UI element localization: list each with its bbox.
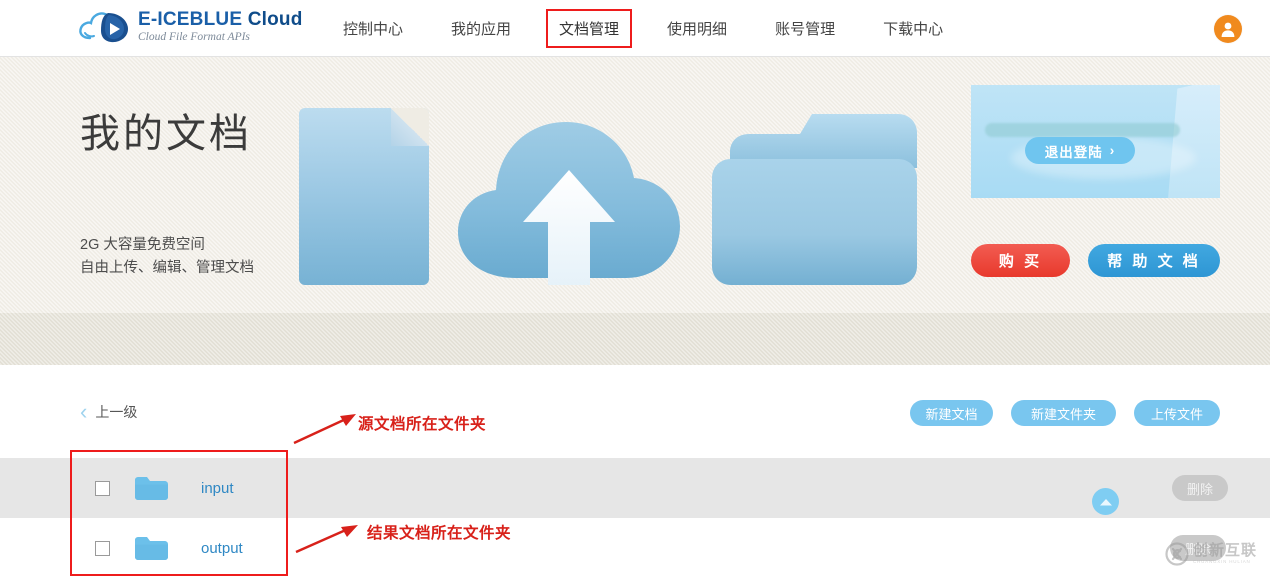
annotation-arrow-result — [295, 525, 358, 554]
breadcrumb-label: 上一级 — [95, 404, 138, 420]
folder-icon — [135, 536, 168, 560]
folder-icon — [135, 476, 168, 500]
top-header: E-ICEBLUE Cloud Cloud File Format APIs 控… — [0, 0, 1270, 57]
hero-subtitle-line1: 2G 大容量免费空间 — [80, 237, 205, 253]
nav-item-document-management[interactable]: 文档管理 — [546, 9, 633, 48]
hero-subtitle: 2G 大容量免费空间 自由上传、编辑、管理文档 — [80, 234, 254, 280]
nav-item-account-management[interactable]: 账号管理 — [762, 9, 848, 48]
logo-title-accent: Cloud — [247, 9, 303, 31]
row-checkbox[interactable] — [95, 540, 110, 556]
annotation-source-label: 源文档所在文件夹 — [358, 416, 487, 433]
brand-logo[interactable]: E-ICEBLUE Cloud Cloud File Format APIs — [78, 7, 303, 47]
watermark-en: CHUANGXIN HULIAN — [1193, 559, 1251, 565]
main-navigation: 控制中心 我的应用 文档管理 使用明细 账号管理 下载中心 — [330, 0, 956, 57]
nav-item-download-center[interactable]: 下载中心 — [870, 9, 956, 48]
hero-subtitle-line2: 自由上传、编辑、管理文档 — [80, 260, 254, 276]
watermark-cn: 创新互联 — [1193, 542, 1258, 560]
user-avatar-icon[interactable] — [1214, 15, 1242, 43]
row-name[interactable]: input — [201, 480, 234, 497]
promo-panel: 退出登陆 › — [971, 85, 1220, 198]
row-checkbox[interactable] — [95, 480, 110, 496]
promo-mountain-shape — [1168, 85, 1220, 198]
promo-streak — [985, 123, 1180, 137]
watermark: 创新互联 CHUANGXIN HULIAN — [1165, 536, 1270, 572]
table-row[interactable]: output 删除 — [0, 518, 1270, 576]
logo-title-main: E-ICEBLUE — [138, 9, 243, 31]
chevron-right-icon: › — [1109, 143, 1116, 158]
nav-item-my-apps[interactable]: 我的应用 — [438, 9, 524, 48]
hero-bottom-band — [0, 313, 1270, 365]
help-docs-button[interactable]: 帮 助 文 档 — [1088, 244, 1220, 277]
logout-button[interactable]: 退出登陆 › — [1025, 137, 1135, 164]
table-row[interactable]: input 删除 — [0, 458, 1270, 518]
row-name[interactable]: output — [201, 540, 243, 557]
upload-file-button[interactable]: 上传文件 — [1134, 400, 1220, 426]
page-root: E-ICEBLUE Cloud Cloud File Format APIs 控… — [0, 0, 1270, 576]
new-document-button[interactable]: 新建文档 — [910, 400, 993, 426]
nav-item-usage-details[interactable]: 使用明细 — [654, 9, 740, 48]
arrow-up-icon[interactable] — [1092, 488, 1119, 515]
breadcrumb-up-level[interactable]: ‹ 上一级 — [80, 401, 137, 423]
folder-icon — [708, 108, 920, 285]
new-folder-button[interactable]: 新建文件夹 — [1011, 400, 1116, 426]
watermark-logo-icon — [1165, 542, 1189, 566]
document-icon — [299, 108, 429, 285]
delete-button[interactable]: 删除 — [1172, 475, 1228, 501]
logout-label: 退出登陆 — [1044, 144, 1103, 160]
chevron-left-icon: ‹ — [80, 399, 88, 424]
page-title: 我的文档 — [80, 112, 252, 156]
logo-subtitle: Cloud File Format APIs — [138, 31, 250, 44]
buy-button[interactable]: 购 买 — [971, 244, 1070, 277]
cloud-logo-icon — [78, 7, 132, 47]
nav-item-control-center[interactable]: 控制中心 — [330, 9, 416, 48]
annotation-result-label: 结果文档所在文件夹 — [367, 525, 512, 542]
cloud-upload-icon — [452, 100, 686, 285]
